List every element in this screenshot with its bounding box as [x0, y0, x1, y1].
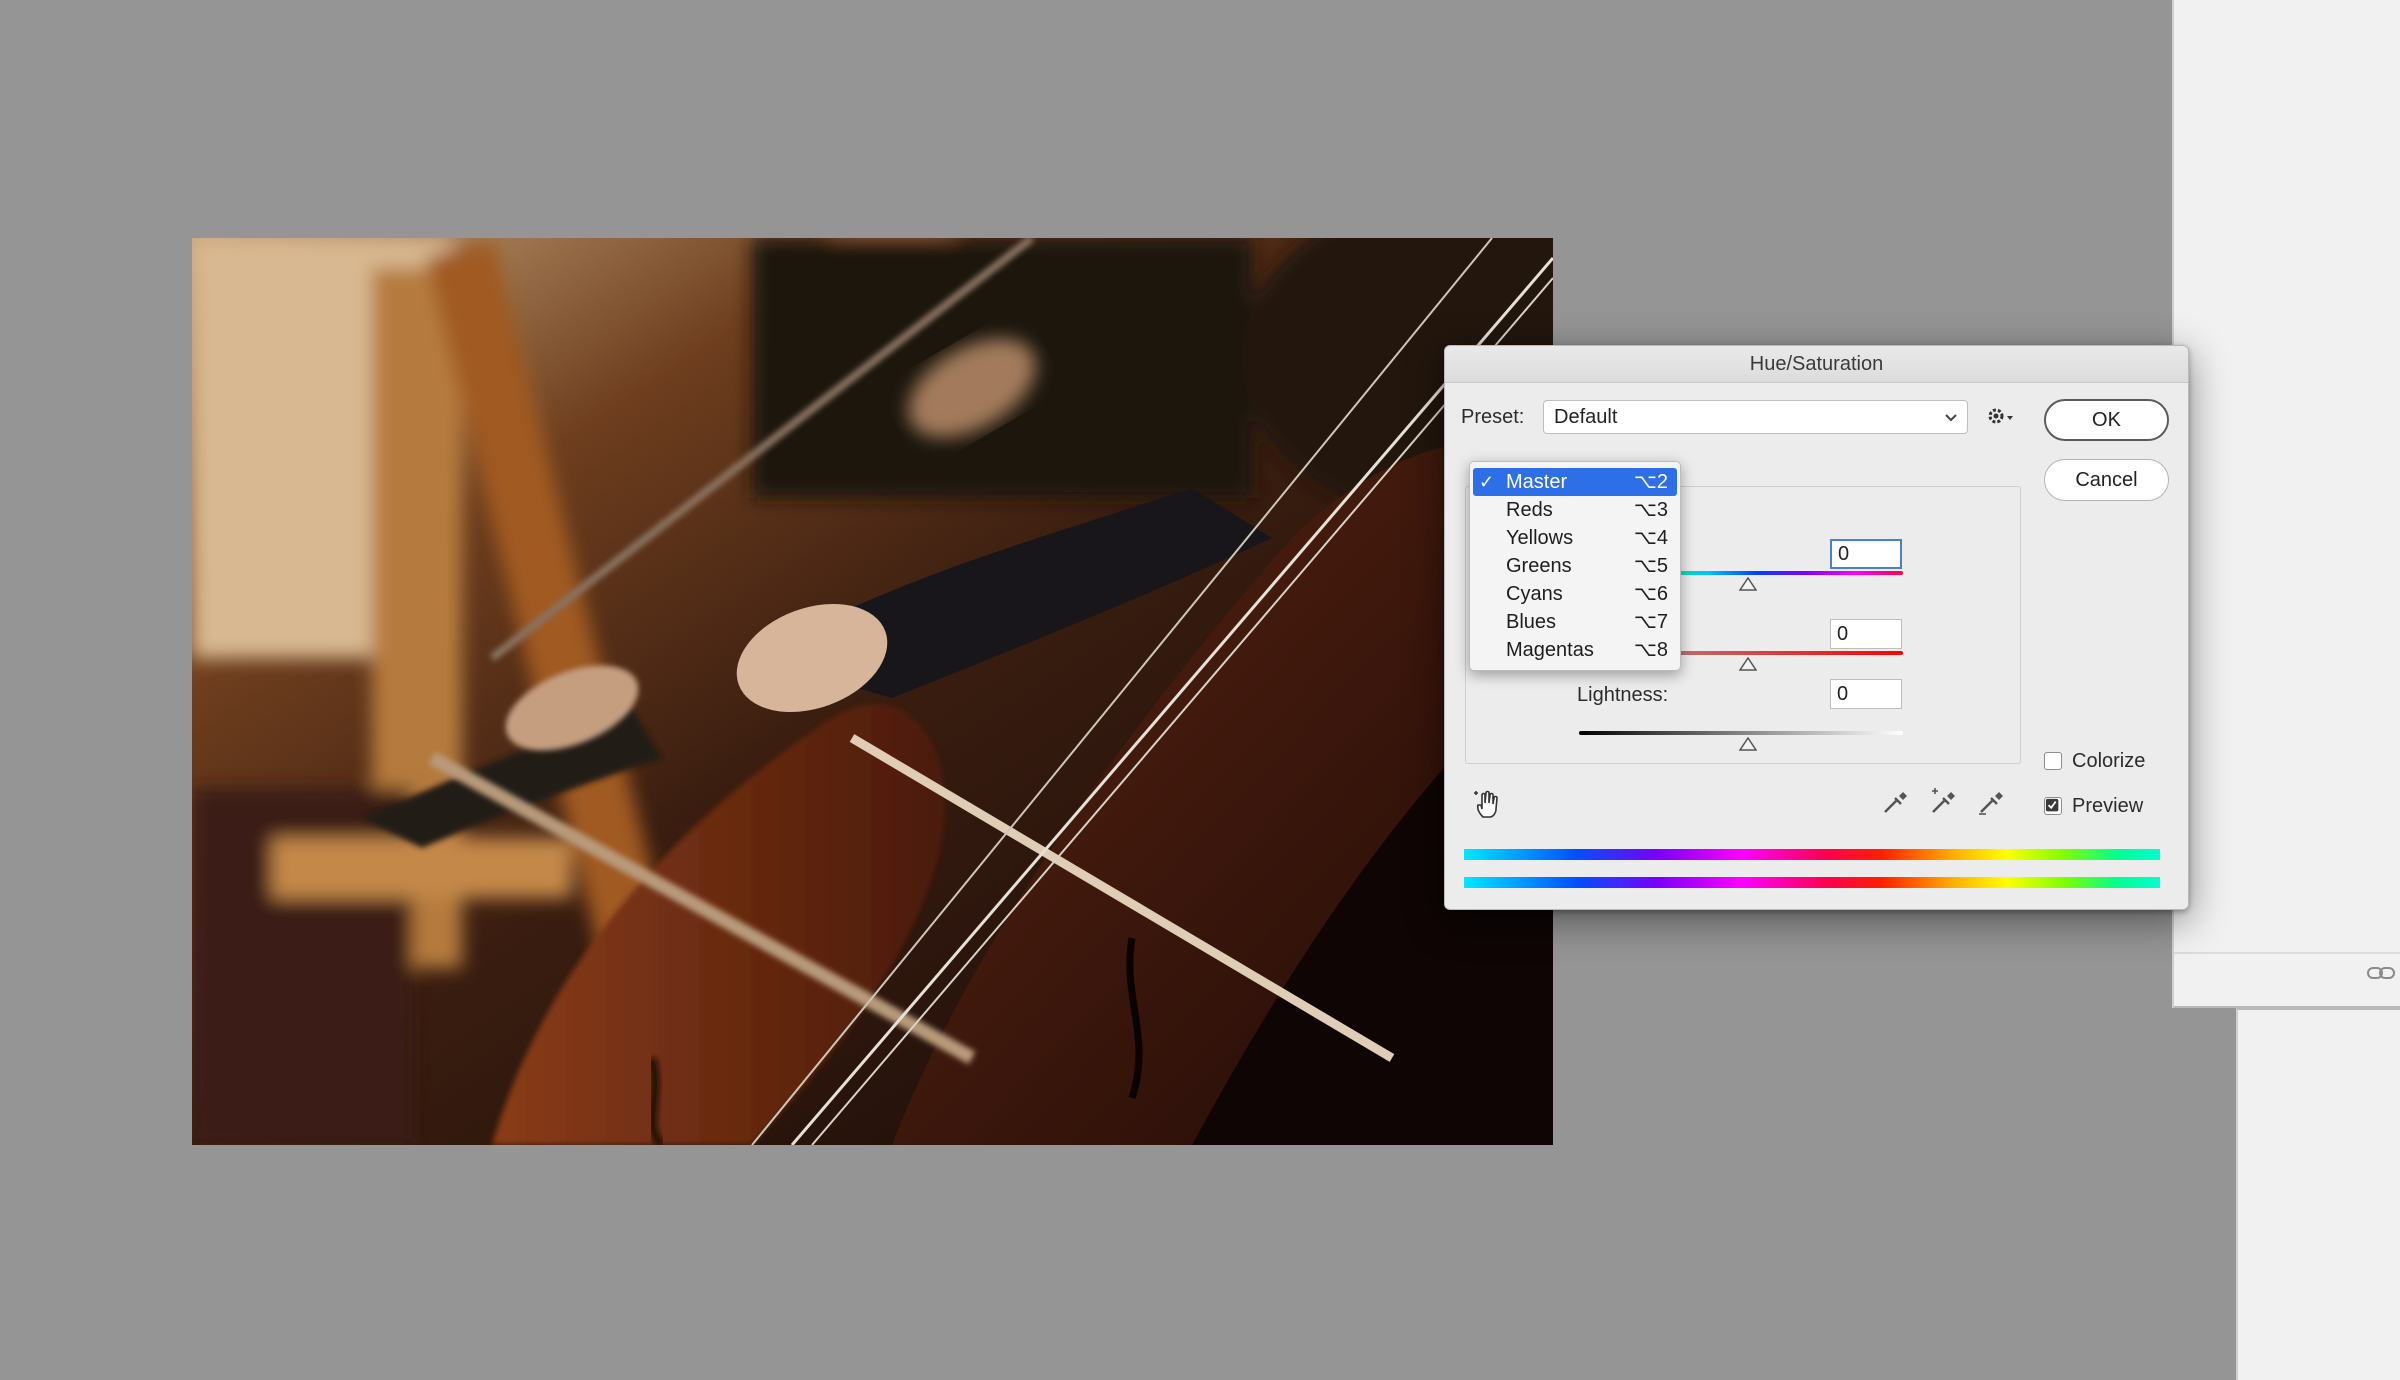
- saturation-field[interactable]: 0: [1830, 619, 1902, 649]
- saturation-slider-thumb[interactable]: [1739, 657, 1757, 671]
- input-color-bar: [1464, 849, 2160, 860]
- menu-item-reds[interactable]: Reds ⌥3: [1470, 496, 1680, 524]
- menu-item-blues[interactable]: Blues ⌥7: [1470, 608, 1680, 636]
- preview-label: Preview: [2072, 795, 2144, 817]
- menu-item-shortcut: ⌥4: [1633, 527, 1668, 549]
- menu-item-label: Greens: [1506, 555, 1572, 577]
- menu-item-shortcut: ⌥6: [1633, 583, 1668, 605]
- menu-item-shortcut: ⌥3: [1633, 499, 1668, 521]
- panel-divider: [2174, 952, 2400, 954]
- preview-checkbox[interactable]: [2044, 797, 2062, 815]
- link-icon[interactable]: [2364, 960, 2400, 986]
- colorize-checkbox[interactable]: [2044, 752, 2062, 770]
- checkmark-icon: [2045, 798, 2059, 812]
- menu-item-label: Yellows: [1506, 527, 1574, 549]
- hue-slider-thumb[interactable]: [1739, 577, 1757, 591]
- preset-select[interactable]: Default: [1543, 400, 1968, 434]
- menu-item-master[interactable]: ✓ Master ⌥2: [1473, 468, 1677, 496]
- right-panel-lower: [2236, 1008, 2400, 1380]
- menu-item-shortcut: ⌥8: [1633, 639, 1668, 661]
- menu-item-cyans[interactable]: Cyans ⌥6: [1470, 580, 1680, 608]
- eyedropper-icon[interactable]: [1881, 786, 1909, 816]
- menu-item-magentas[interactable]: Magentas ⌥8: [1470, 636, 1680, 664]
- lightness-slider-thumb[interactable]: [1739, 737, 1757, 751]
- menu-item-label: Blues: [1506, 611, 1557, 633]
- menu-item-label: Reds: [1506, 499, 1553, 521]
- menu-item-shortcut: ⌥7: [1633, 611, 1668, 633]
- right-panel: [2172, 0, 2400, 1008]
- lightness-field[interactable]: 0: [1830, 679, 1902, 709]
- hue-field[interactable]: 0: [1830, 539, 1902, 569]
- canvas-photo: [192, 238, 1553, 1145]
- dialog-title: Hue/Saturation: [1445, 346, 2188, 383]
- menu-item-shortcut: ⌥2: [1633, 471, 1668, 493]
- hand-adjust-icon[interactable]: [1473, 787, 1503, 819]
- ok-button[interactable]: OK: [2044, 399, 2169, 441]
- colorize-label: Colorize: [2072, 750, 2146, 772]
- lightness-slider-track[interactable]: [1579, 731, 1903, 735]
- channel-menu: ✓ Master ⌥2 Reds ⌥3 Yellows ⌥4 Greens ⌥5…: [1469, 461, 1681, 671]
- gear-icon[interactable]: [1985, 404, 2015, 428]
- eyedropper-plus-icon[interactable]: [1929, 786, 1957, 816]
- cancel-button[interactable]: Cancel: [2044, 459, 2169, 501]
- lightness-label: Lightness:: [1577, 684, 1669, 706]
- menu-item-label: Cyans: [1506, 583, 1563, 605]
- menu-item-shortcut: ⌥5: [1633, 555, 1668, 577]
- menu-item-greens[interactable]: Greens ⌥5: [1470, 552, 1680, 580]
- menu-item-label: Magentas: [1506, 639, 1594, 661]
- output-color-bar: [1464, 877, 2160, 888]
- check-icon: ✓: [1479, 472, 1495, 492]
- cello-photo-image: [192, 238, 1553, 1145]
- preset-label: Preset:: [1461, 406, 1525, 428]
- chevron-down-icon: [1945, 414, 1957, 422]
- preset-value: Default: [1554, 406, 1618, 428]
- menu-item-label: Master: [1506, 471, 1568, 493]
- eyedropper-minus-icon[interactable]: [1977, 786, 2005, 816]
- menu-item-yellows[interactable]: Yellows ⌥4: [1470, 524, 1680, 552]
